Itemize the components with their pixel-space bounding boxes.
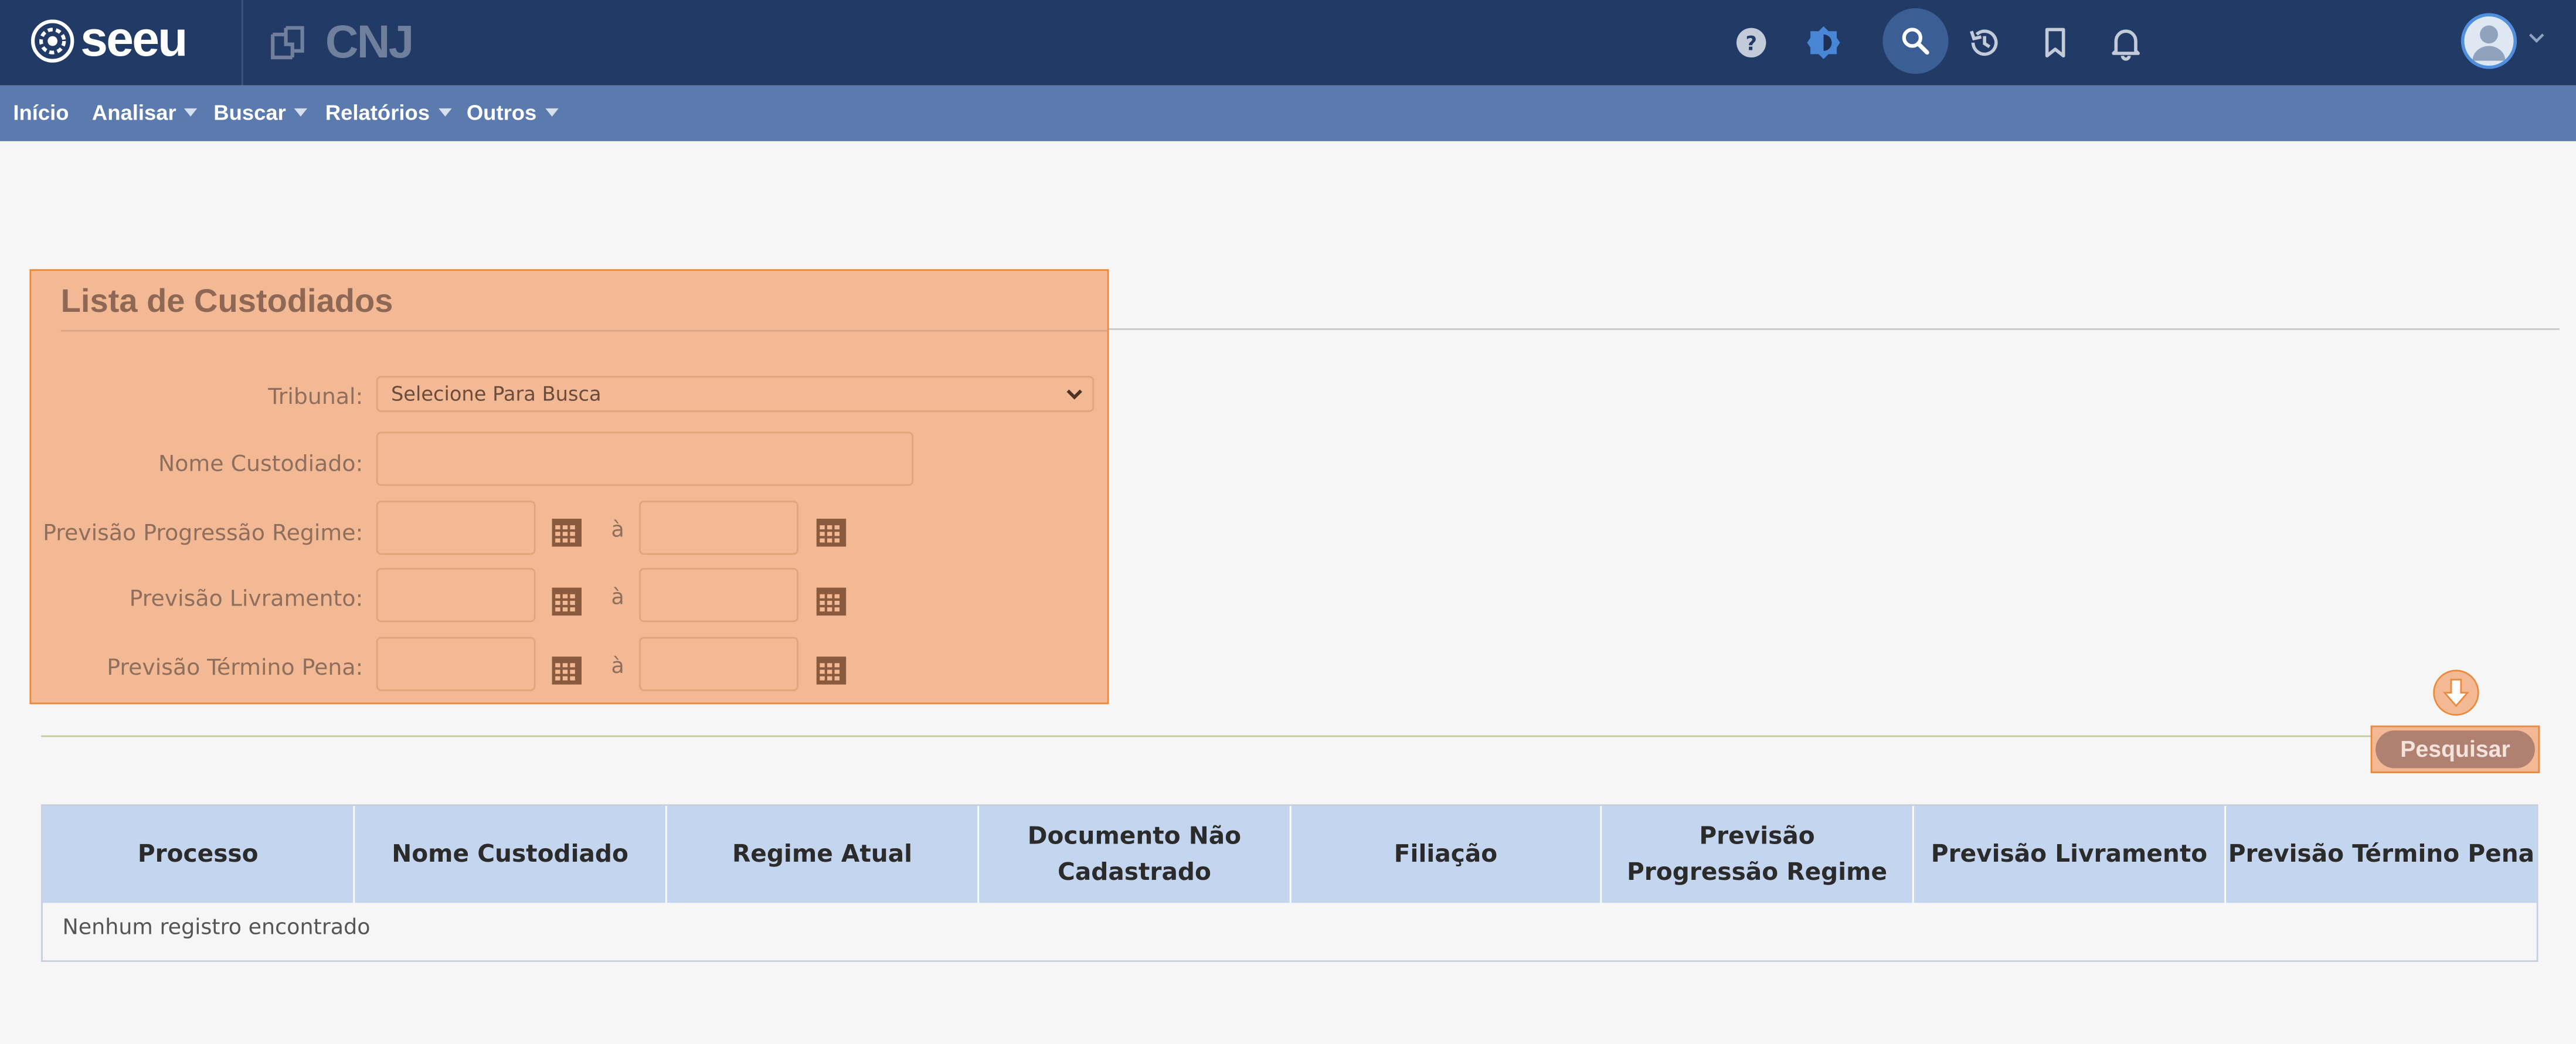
- range-separator: à: [611, 586, 624, 611]
- menu-item-analisar[interactable]: Analisar: [92, 86, 198, 141]
- tribunal-select[interactable]: Selecione Para Busca: [376, 376, 1095, 412]
- chevron-down-icon: [1066, 389, 1082, 400]
- cnj-emblem-icon: [271, 26, 304, 60]
- range-separator: à: [611, 518, 624, 543]
- column-header-documento-nao-cadastrado[interactable]: Documento Não Cadastrado: [979, 805, 1292, 903]
- calendar-icon[interactable]: [550, 655, 583, 686]
- form-divider: [41, 735, 2540, 737]
- tribunal-select-value: Selecione Para Busca: [390, 382, 601, 406]
- help-icon[interactable]: ?: [1732, 23, 1771, 62]
- menu-item-relatorios[interactable]: Relatórios: [325, 86, 451, 141]
- header-divider: [241, 0, 243, 86]
- search-button[interactable]: [1882, 8, 1949, 74]
- livramento-to-input[interactable]: [639, 567, 798, 623]
- livramento-from-input[interactable]: [376, 567, 536, 623]
- termino-from-input[interactable]: [376, 637, 536, 691]
- menu-item-label: Buscar: [213, 100, 286, 125]
- column-header-regime-atual[interactable]: Regime Atual: [667, 805, 980, 903]
- calendar-icon[interactable]: [815, 655, 848, 686]
- svg-text:?: ?: [1745, 32, 1757, 55]
- bell-icon[interactable]: [2106, 23, 2146, 62]
- title-rule: [1107, 328, 2560, 330]
- caret-down-icon: [184, 108, 198, 117]
- search-icon: [1902, 28, 1929, 55]
- seeu-logo[interactable]: seeu: [29, 13, 188, 67]
- main-menu: Início Analisar Buscar Relatórios Outros: [0, 85, 2576, 141]
- livramento-label: Previsão Livramento:: [129, 586, 363, 613]
- menu-item-inicio[interactable]: Início: [13, 86, 69, 141]
- gear-logo-icon: [30, 19, 74, 63]
- caret-down-icon: [294, 108, 308, 117]
- top-bar: seeu CNJ ?: [0, 0, 2576, 86]
- title-divider: [60, 329, 1107, 332]
- column-header-previsao-livramento[interactable]: Previsão Livramento: [1914, 805, 2227, 903]
- page-title: Lista de Custodiados: [60, 284, 393, 321]
- search-form-panel: Lista de Custodiados Tribunal: Selecione…: [29, 269, 1109, 705]
- column-header-nome-custodiado[interactable]: Nome Custodiado: [355, 805, 667, 903]
- menu-item-buscar[interactable]: Buscar: [213, 86, 308, 141]
- arrow-down-marker-icon: [2433, 669, 2479, 716]
- menu-item-outros[interactable]: Outros: [467, 86, 558, 141]
- empty-results-message: Nenhum registro encontrado: [62, 916, 371, 941]
- user-icon: [2472, 25, 2506, 61]
- column-header-previsao-termino-pena[interactable]: Previsão Término Pena: [2226, 805, 2537, 903]
- menu-item-label: Início: [13, 100, 69, 125]
- progressao-regime-label: Previsão Progressão Regime:: [43, 520, 363, 547]
- theme-icon[interactable]: [1804, 23, 1843, 62]
- app-root: seeu CNJ ? Início Analisar Buscar Relató…: [0, 0, 2576, 1044]
- calendar-icon[interactable]: [815, 586, 848, 617]
- bookmark-icon[interactable]: [2035, 23, 2075, 62]
- tribunal-label: Tribunal:: [268, 384, 363, 411]
- calendar-icon[interactable]: [815, 517, 848, 548]
- progressao-from-input[interactable]: [376, 501, 536, 555]
- termino-pena-label: Previsão Término Pena:: [107, 655, 363, 682]
- column-header-previsao-progressao-regime[interactable]: Previsão Progressão Regime: [1602, 805, 1914, 903]
- cnj-text: CNJ: [325, 16, 414, 67]
- results-table: Processo Nome Custodiado Regime Atual Do…: [41, 804, 2538, 962]
- column-header-processo[interactable]: Processo: [42, 805, 355, 903]
- column-header-filiacao[interactable]: Filiação: [1291, 805, 1602, 903]
- calendar-icon[interactable]: [550, 586, 583, 617]
- progressao-to-input[interactable]: [639, 501, 798, 555]
- nome-custodiado-label: Nome Custodiado:: [158, 451, 363, 478]
- chevron-down-icon[interactable]: [2527, 29, 2547, 46]
- range-separator: à: [611, 655, 624, 680]
- user-avatar[interactable]: [2461, 13, 2517, 69]
- pesquisar-button[interactable]: Pesquisar: [2376, 730, 2535, 768]
- cnj-logo: CNJ: [266, 16, 414, 69]
- pesquisar-highlight: Pesquisar: [2370, 725, 2540, 773]
- nome-custodiado-input[interactable]: [376, 431, 914, 486]
- logo-text: seeu: [80, 13, 188, 67]
- menu-item-label: Outros: [466, 100, 537, 125]
- calendar-icon[interactable]: [550, 517, 583, 548]
- caret-down-icon: [438, 108, 451, 117]
- menu-item-label: Relatórios: [325, 100, 430, 125]
- caret-down-icon: [545, 108, 558, 117]
- termino-to-input[interactable]: [639, 637, 798, 691]
- history-icon[interactable]: [1965, 23, 2004, 62]
- menu-item-label: Analisar: [91, 100, 176, 125]
